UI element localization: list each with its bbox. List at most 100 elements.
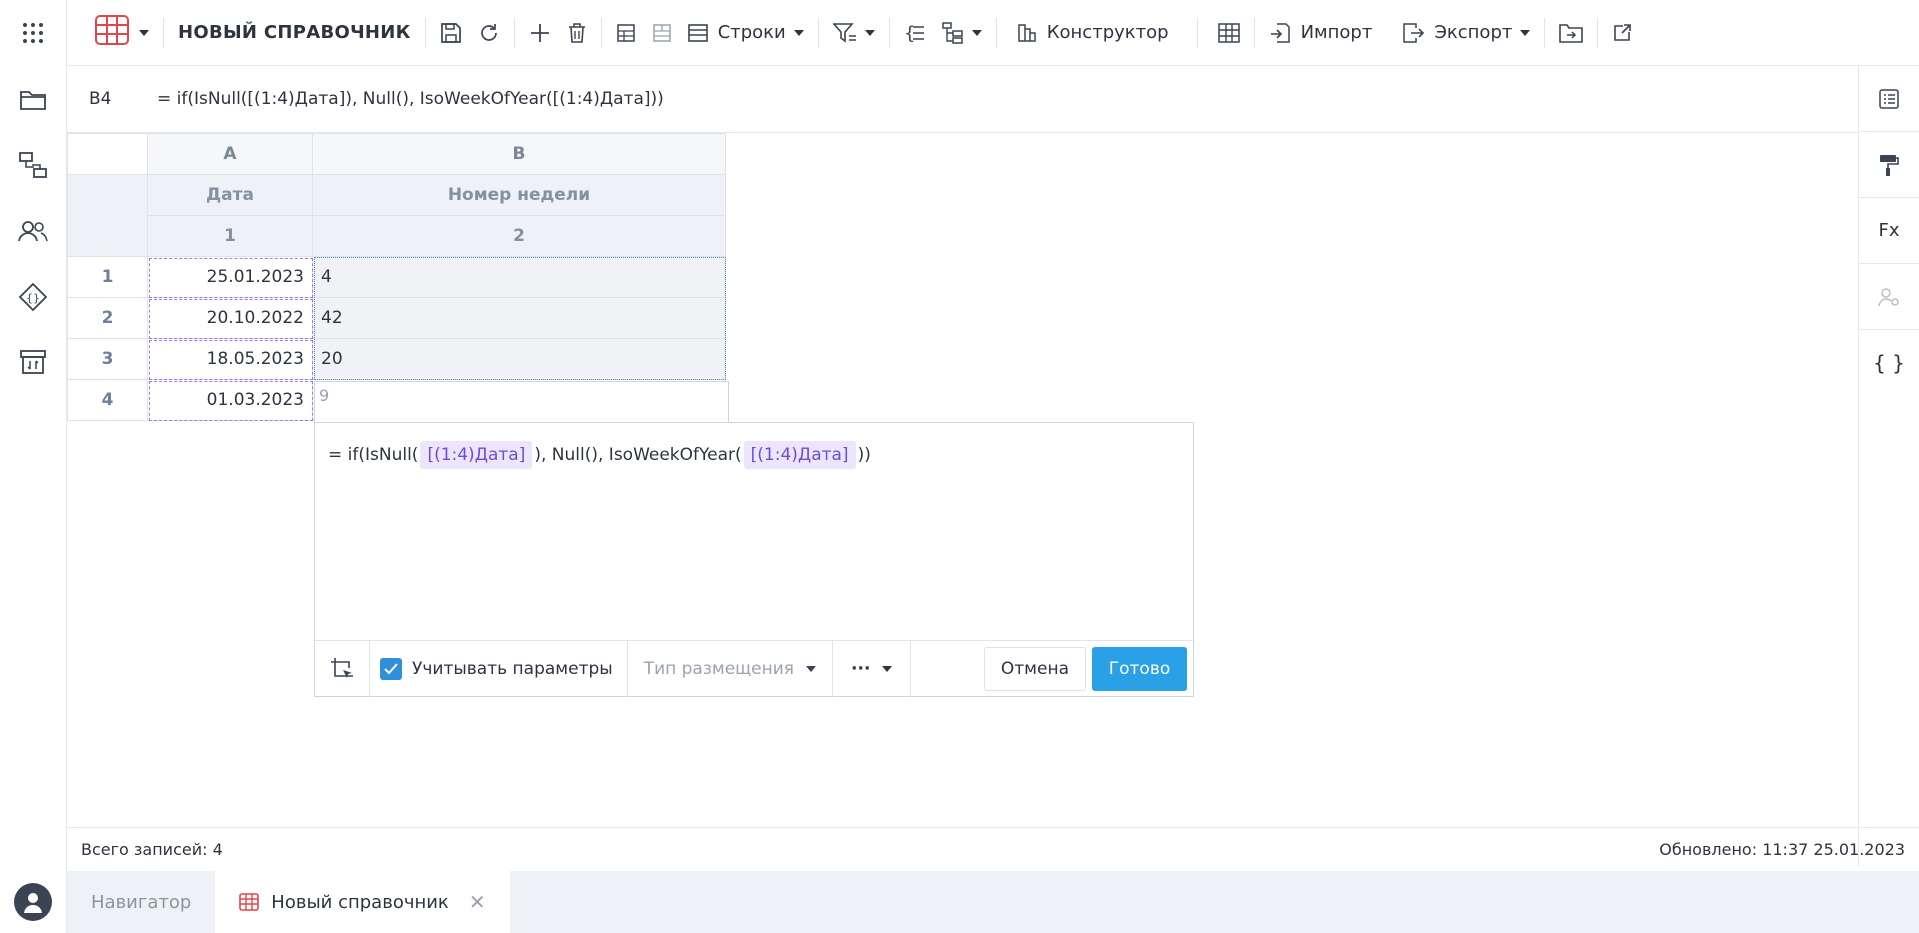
insert-row-above-button[interactable] <box>608 13 644 53</box>
column-letter-b[interactable]: B <box>313 133 726 175</box>
users-icon[interactable] <box>14 212 52 250</box>
chevron-down-icon <box>793 29 804 36</box>
import-button[interactable]: Импорт <box>1261 13 1381 53</box>
refresh-button[interactable] <box>470 13 508 53</box>
table-type-dropdown[interactable] <box>87 13 157 53</box>
done-button[interactable]: Готово <box>1092 647 1187 691</box>
hierarchy-dropdown[interactable] <box>934 13 990 53</box>
cell-reference[interactable]: B4 <box>67 89 157 109</box>
grid-icon <box>1217 22 1240 43</box>
divider <box>424 17 426 48</box>
format-paint-button[interactable] <box>1859 132 1919 198</box>
row-number[interactable]: 3 <box>67 339 148 380</box>
filter-icon <box>832 22 856 43</box>
row-number[interactable]: 1 <box>67 257 148 298</box>
page-title: НОВЫЙ СПРАВОЧНИК <box>178 22 411 43</box>
insert-row-below-icon <box>652 23 671 42</box>
placement-type-dropdown[interactable]: Тип размещения <box>628 640 834 697</box>
divider <box>600 17 602 48</box>
referenced-cell-outline <box>149 381 313 421</box>
grid-view-button[interactable] <box>1210 13 1248 53</box>
tab-label: Новый справочник <box>271 891 449 913</box>
import-icon <box>1270 22 1290 43</box>
divider <box>888 17 890 48</box>
column-letter-a[interactable]: A <box>148 133 313 175</box>
field-reference-chip[interactable]: [(1:4)Дата] <box>420 441 533 469</box>
column-title-week[interactable]: Номер недели <box>313 175 726 216</box>
select-range-button[interactable] <box>315 640 370 697</box>
export-dropdown[interactable]: Экспорт <box>1394 13 1538 53</box>
rows-icon <box>687 23 708 42</box>
cell-edit-preview[interactable]: 9 <box>314 381 729 423</box>
consider-params-label: Учитывать параметры <box>412 658 613 679</box>
paint-roller-icon <box>1880 154 1899 176</box>
constructor-label: Конструктор <box>1046 22 1169 43</box>
filter-dropdown[interactable] <box>825 13 883 53</box>
column-number-1: 1 <box>148 216 313 257</box>
formula-input[interactable]: = if(IsNull([(1:4)Дата]), Null(), IsoWee… <box>157 89 664 109</box>
column-title-date[interactable]: Дата <box>148 175 313 216</box>
divider <box>1253 17 1255 48</box>
tab-new-directory[interactable]: Новый справочник ✕ <box>215 871 510 933</box>
left-rail: {} <box>0 0 67 933</box>
chevron-down-icon <box>882 665 893 672</box>
formula-middle: ), Null(), IsoWeekOfYear( <box>534 445 742 465</box>
refresh-icon <box>480 23 497 41</box>
formula-editor[interactable]: = if(IsNull( [(1:4)Дата] ), Null(), IsoW… <box>314 422 1194 697</box>
group-button[interactable]: { <box>896 13 934 53</box>
formula-suffix: )) <box>857 445 871 465</box>
code-button[interactable]: { } <box>1859 330 1919 396</box>
row-number[interactable]: 4 <box>67 380 148 421</box>
access-button[interactable] <box>1859 264 1919 330</box>
tab-bar: Навигатор Новый справочник ✕ <box>67 871 1919 933</box>
placement-type-label: Тип размещения <box>643 658 795 679</box>
code-diamond-icon[interactable]: {} <box>14 278 52 316</box>
trash-icon <box>568 22 585 43</box>
tab-label: Навигатор <box>91 891 192 913</box>
import-label: Импорт <box>1300 22 1373 43</box>
referenced-cell-outline <box>149 340 313 380</box>
archive-icon[interactable] <box>14 343 52 381</box>
chevron-down-icon <box>864 29 875 36</box>
constructor-button[interactable]: Конструктор <box>1009 13 1177 53</box>
field-reference-chip[interactable]: [(1:4)Дата] <box>743 441 856 469</box>
rows-label: Строки <box>717 22 786 43</box>
right-rail: Fx { } <box>1858 66 1919 866</box>
insert-row-below-button[interactable] <box>644 13 680 53</box>
open-external-button[interactable] <box>1604 13 1640 53</box>
referenced-cell-outline <box>149 258 313 298</box>
chevron-down-icon <box>971 29 982 36</box>
rows-dropdown[interactable]: Строки <box>680 13 812 53</box>
divider <box>513 17 515 48</box>
user-avatar-icon[interactable] <box>14 883 52 921</box>
add-button[interactable] <box>521 13 559 53</box>
properties-button[interactable] <box>1859 66 1919 132</box>
formula-editor-text[interactable]: = if(IsNull( [(1:4)Дата] ), Null(), IsoW… <box>328 441 871 469</box>
chevron-down-icon <box>806 665 817 672</box>
functions-button[interactable]: Fx <box>1859 198 1919 264</box>
workflow-icon[interactable] <box>14 146 52 184</box>
save-button[interactable] <box>432 13 470 53</box>
insert-row-icon <box>616 23 635 42</box>
select-cell-icon <box>331 657 353 678</box>
more-options-dropdown[interactable]: ··· <box>833 640 912 697</box>
consider-params-checkbox[interactable]: Учитывать параметры <box>370 640 628 697</box>
cancel-button[interactable]: Отмена <box>983 647 1086 691</box>
computed-range-outline <box>314 257 726 380</box>
close-tab-icon[interactable]: ✕ <box>469 890 486 914</box>
divider <box>1196 17 1198 48</box>
users-settings-icon <box>1878 287 1899 306</box>
folder-arrow-icon <box>1559 23 1584 43</box>
delete-button[interactable] <box>559 13 595 53</box>
save-icon <box>440 22 461 43</box>
divider <box>817 17 819 48</box>
svg-text:{}: {} <box>26 292 40 305</box>
move-folder-button[interactable] <box>1551 13 1591 53</box>
folder-icon[interactable] <box>14 81 52 119</box>
row-number[interactable]: 2 <box>67 298 148 339</box>
tab-navigator[interactable]: Навигатор <box>67 871 215 933</box>
column-number-2: 2 <box>313 216 726 257</box>
braces-icon: { } <box>1873 351 1905 375</box>
chevron-down-icon <box>1520 29 1531 36</box>
apps-grid-icon[interactable] <box>14 14 52 52</box>
